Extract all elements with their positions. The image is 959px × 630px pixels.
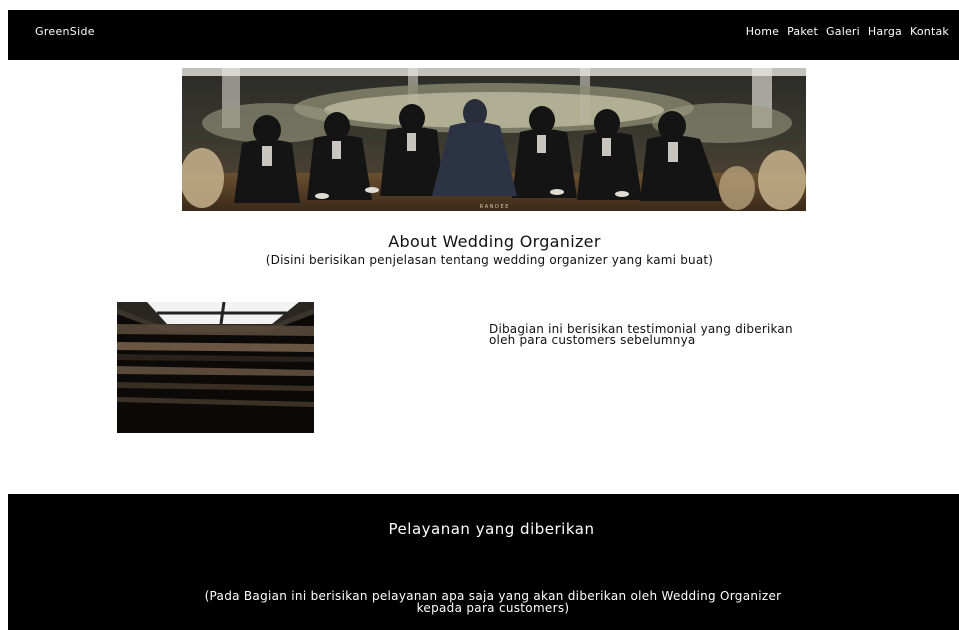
nav-link-paket[interactable]: Paket [787, 25, 818, 38]
hero-photo-illustration: R A N D E E [182, 68, 806, 211]
testimonial-text: Dibagian ini berisikan testimonial yang … [489, 322, 793, 347]
page: GreenSide Home Paket Galeri Harga Kontak [0, 0, 959, 630]
hero-photo: R A N D E E [182, 68, 806, 211]
nav-link-home[interactable]: Home [746, 25, 779, 38]
nav-link-harga[interactable]: Harga [868, 25, 902, 38]
about-title: About Wedding Organizer [388, 232, 601, 251]
services-section: Pelayanan yang diberikan (Pada Bagian in… [8, 494, 959, 630]
top-navbar: GreenSide Home Paket Galeri Harga Kontak [8, 10, 959, 60]
about-subtitle: (Disini berisikan penjelasan tentang wed… [265, 253, 714, 267]
services-description: (Pada Bagian ini berisikan pelayanan apa… [204, 589, 782, 615]
nav-link-galeri[interactable]: Galeri [826, 25, 860, 38]
services-title: Pelayanan yang diberikan [388, 520, 595, 538]
brand-link[interactable]: GreenSide [35, 25, 95, 38]
nav-link-kontak[interactable]: Kontak [910, 25, 949, 38]
nav-links: Home Paket Galeri Harga Kontak [746, 25, 949, 38]
hero-watermark: R A N D E E [480, 204, 509, 210]
testimonial-photo [117, 302, 314, 433]
skylight-illustration [117, 302, 314, 433]
